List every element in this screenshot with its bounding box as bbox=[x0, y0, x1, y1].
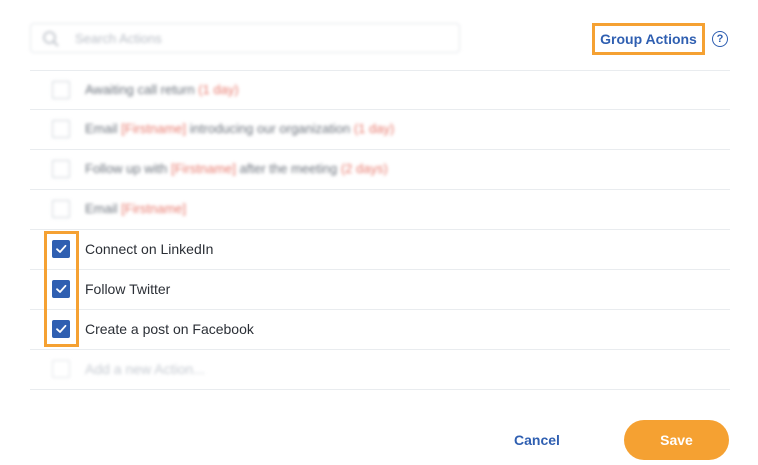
checkmark-icon bbox=[56, 284, 67, 293]
action-checkbox[interactable] bbox=[52, 81, 70, 99]
save-button[interactable]: Save bbox=[624, 420, 729, 460]
action-row[interactable]: Create a post on Facebook bbox=[30, 310, 730, 350]
action-row[interactable]: Email [Firstname] introducing our organi… bbox=[30, 110, 730, 150]
action-label: Email [Firstname] introducing our organi… bbox=[85, 121, 395, 136]
action-row[interactable]: Awaiting call return (1 day) bbox=[30, 70, 730, 110]
action-label: Create a post on Facebook bbox=[85, 321, 254, 337]
action-label: Awaiting call return (1 day) bbox=[85, 82, 239, 97]
cancel-button[interactable]: Cancel bbox=[505, 426, 569, 454]
checkmark-icon bbox=[56, 244, 67, 253]
action-label: Follow up with [Firstname] after the mee… bbox=[85, 161, 388, 176]
add-action-input[interactable]: Add a new Action... bbox=[85, 361, 205, 377]
action-checkbox-checked[interactable] bbox=[52, 280, 70, 298]
action-checkbox-checked[interactable] bbox=[52, 320, 70, 338]
action-checkbox-checked[interactable] bbox=[52, 240, 70, 258]
action-checkbox[interactable] bbox=[52, 160, 70, 178]
action-label: Connect on LinkedIn bbox=[85, 241, 214, 257]
search-input[interactable]: Search Actions bbox=[30, 23, 460, 53]
group-actions-button[interactable]: Group Actions bbox=[592, 23, 705, 55]
checkmark-icon bbox=[56, 324, 67, 333]
action-label: Follow Twitter bbox=[85, 281, 171, 297]
add-action-checkbox bbox=[52, 360, 70, 378]
action-row[interactable]: Connect on LinkedIn bbox=[30, 230, 730, 270]
help-icon[interactable]: ? bbox=[712, 31, 728, 47]
search-icon bbox=[42, 30, 60, 53]
action-row[interactable]: Email [Firstname] bbox=[30, 190, 730, 230]
action-row[interactable]: Follow up with [Firstname] after the mee… bbox=[30, 150, 730, 190]
action-list: Awaiting call return (1 day) Email [Firs… bbox=[30, 70, 730, 390]
action-checkbox[interactable] bbox=[52, 120, 70, 138]
add-action-row[interactable]: Add a new Action... bbox=[30, 350, 730, 390]
action-row[interactable]: Follow Twitter bbox=[30, 270, 730, 310]
search-placeholder: Search Actions bbox=[75, 31, 162, 46]
action-checkbox[interactable] bbox=[52, 200, 70, 218]
action-label: Email [Firstname] bbox=[85, 201, 187, 216]
